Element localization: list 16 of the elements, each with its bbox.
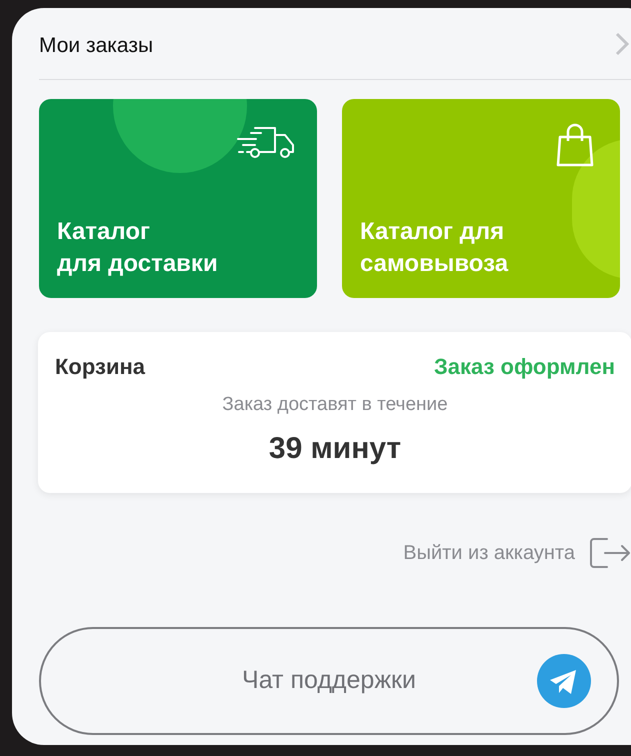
shopping-bag-icon <box>556 123 594 167</box>
section-title: Мои заказы <box>39 32 154 59</box>
catalog-label: Каталог для самовывоза <box>360 217 510 279</box>
logout-link[interactable]: Выйти из аккаунта <box>403 537 631 569</box>
paper-plane-icon <box>537 654 591 708</box>
delivery-time: 39 минут <box>268 430 402 466</box>
chevron-right-icon[interactable] <box>615 32 629 56</box>
support-chat-button[interactable]: Чат поддержки <box>39 627 619 735</box>
catalog-card[interactable]: Каталог для самовывоза <box>342 99 620 298</box>
cart-title: Корзина <box>55 353 145 381</box>
cart-card[interactable]: Корзина Заказ оформлен Заказ доставят в течение 39 минут <box>38 332 631 493</box>
delivery-note: Заказ доставят в течение <box>222 393 448 417</box>
catalog-card[interactable]: Каталог для доставки <box>39 99 317 298</box>
logout-icon <box>589 537 631 569</box>
catalog-label: Каталог для доставки <box>57 217 219 279</box>
order-status: Заказ оформлен <box>434 353 615 381</box>
